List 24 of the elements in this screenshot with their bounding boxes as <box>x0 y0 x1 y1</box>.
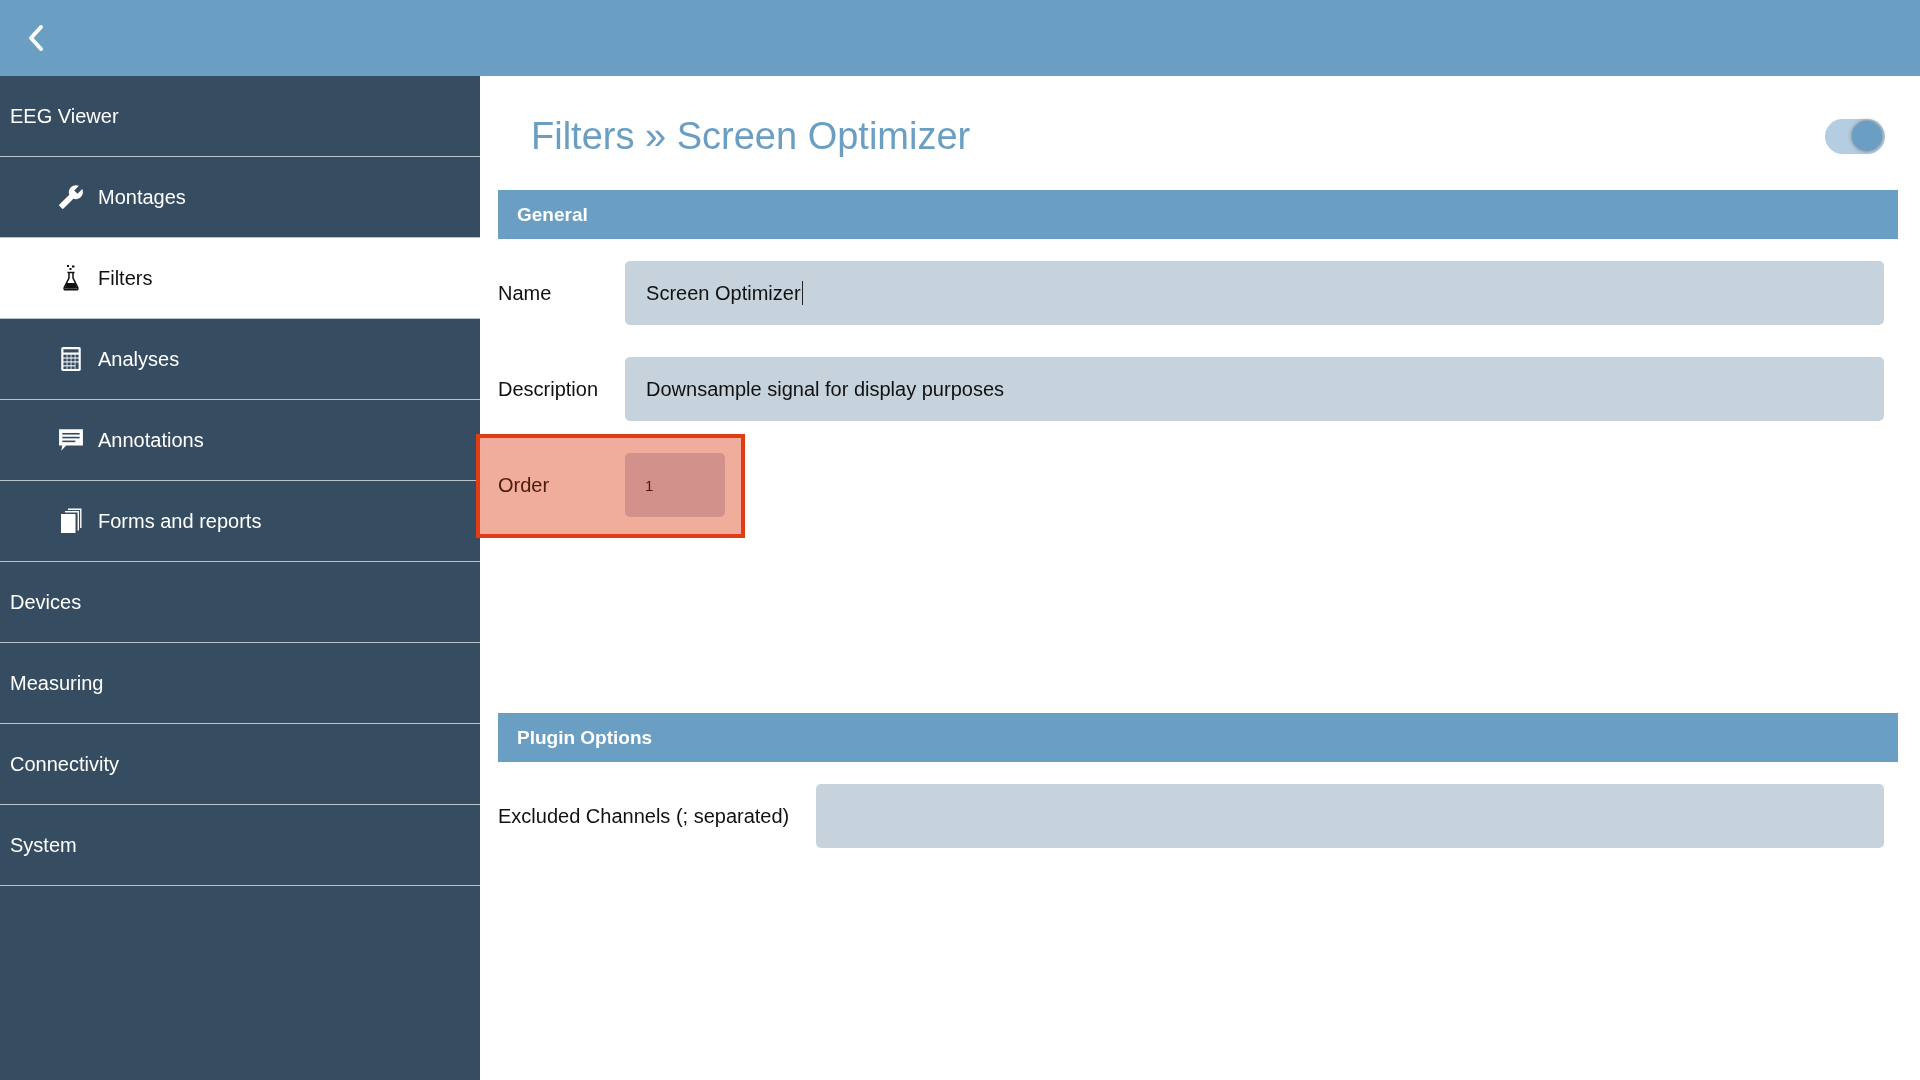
sidebar-item[interactable]: System <box>0 805 480 886</box>
page-title: Filters » Screen Optimizer <box>531 114 971 158</box>
field-label: Description <box>498 377 599 401</box>
sidebar-item[interactable]: Devices <box>0 562 480 643</box>
sidebar-item[interactable]: EEG Viewer <box>0 76 480 157</box>
speech-bubble-icon <box>58 427 84 453</box>
sidebar-item[interactable]: Analyses <box>0 319 480 400</box>
sidebar-item[interactable]: Measuring <box>0 643 480 724</box>
field-label: Excluded Channels (; separated) <box>498 804 790 828</box>
text-field[interactable] <box>816 784 1884 848</box>
documents-icon <box>58 508 84 534</box>
field-label: Name <box>498 281 553 305</box>
sidebar-item[interactable]: Filters <box>0 238 480 319</box>
text-field[interactable]: Downsample signal for display purposes <box>625 357 1884 421</box>
wrench-icon <box>58 184 84 210</box>
calculator-icon <box>58 346 84 372</box>
number-field[interactable]: 1 <box>625 453 726 517</box>
text-field[interactable]: Screen Optimizer <box>625 261 1884 325</box>
sidebar-item[interactable]: Connectivity <box>0 724 480 805</box>
field-label: Order <box>498 473 551 497</box>
back-icon[interactable] <box>28 24 44 52</box>
section-header: Plugin Options <box>498 713 1898 762</box>
section-header: General <box>498 190 1898 239</box>
toggle-switch[interactable] <box>1825 118 1885 154</box>
